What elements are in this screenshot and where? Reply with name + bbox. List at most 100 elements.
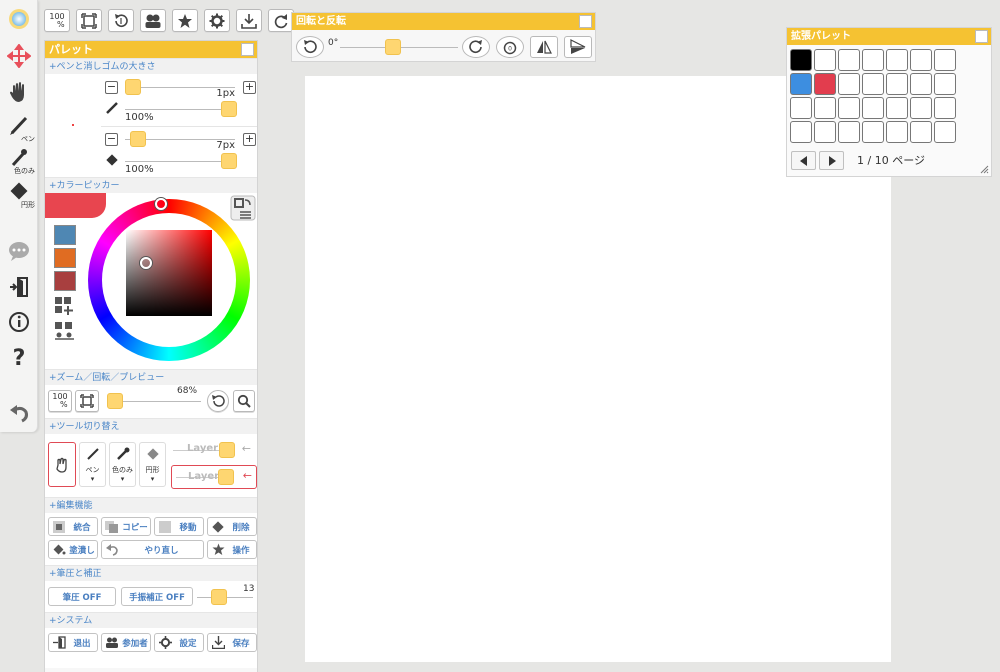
stabilizer-toggle-button[interactable]: 手振補正 OFF [121, 587, 193, 606]
ext-palette-cell[interactable] [886, 49, 908, 71]
tool-eraser-select[interactable]: 円形 ▾ [139, 442, 166, 487]
rotation-panel-header[interactable]: 回転と反転 [292, 13, 595, 30]
rotation-panel-minimize-button[interactable] [579, 15, 592, 28]
help-button[interactable]: ? [0, 344, 38, 370]
section-brush-size[interactable]: +ペンと消しゴムの大きさ [45, 58, 257, 74]
flip-vertical-button[interactable] [564, 36, 592, 58]
ext-palette-cell[interactable] [790, 121, 812, 143]
color-mode-toggle-icon[interactable] [230, 195, 256, 221]
section-edit[interactable]: +編集機能 [45, 497, 257, 513]
merge-button[interactable]: 統合 [48, 517, 98, 536]
ext-palette-cell[interactable] [934, 121, 956, 143]
zoom-reset-rotation-button[interactable] [207, 390, 229, 412]
layer-1-opacity-knob[interactable] [219, 442, 235, 458]
eraser-size-plus-button[interactable]: + [243, 133, 256, 146]
system-exit-button[interactable]: 退出 [48, 633, 98, 652]
operation-button[interactable]: 操作 [207, 540, 257, 559]
ext-palette-cell[interactable] [862, 97, 884, 119]
ext-palette-cell[interactable] [790, 97, 812, 119]
ext-palette-cell[interactable] [790, 49, 812, 71]
rotate-clockwise-button[interactable] [462, 36, 490, 58]
chat-button[interactable] [0, 240, 38, 262]
saturation-value-square[interactable] [126, 230, 212, 316]
rotation-knob[interactable] [385, 39, 401, 55]
layer-1-row[interactable]: Layer1 ← [173, 440, 255, 460]
section-pressure[interactable]: +筆圧と補正 [45, 565, 257, 581]
resize-grip-icon[interactable] [979, 164, 989, 174]
pen-size-minus-button[interactable]: − [105, 81, 118, 94]
eyedropper-tool[interactable]: 色のみ [0, 148, 38, 176]
zoom-fit-panel-button[interactable] [75, 390, 99, 412]
settings-button[interactable] [204, 9, 230, 32]
color-history-swatch-2[interactable] [54, 248, 76, 268]
tool-pen-select[interactable]: ペン ▾ [79, 442, 106, 487]
system-participants-button[interactable]: 参加者 [101, 633, 151, 652]
ext-palette-cell[interactable] [838, 121, 860, 143]
palette-manage-icon[interactable] [54, 321, 76, 341]
fit-screen-button[interactable] [76, 9, 102, 32]
ext-palette-cell[interactable] [910, 49, 932, 71]
ext-palette-cell[interactable] [910, 73, 932, 95]
zoom-knob[interactable] [107, 393, 123, 409]
extended-palette-header[interactable]: 拡張パレット [787, 28, 991, 45]
hue-ring-handle[interactable] [155, 198, 167, 210]
eraser-tool[interactable]: 円形 [0, 182, 38, 210]
tool-eyedropper-select[interactable]: 色のみ ▾ [109, 442, 136, 487]
stabilizer-knob[interactable] [211, 589, 227, 605]
section-color-picker[interactable]: +カラーピッカー [45, 177, 257, 193]
palette-minimize-button[interactable] [241, 43, 254, 56]
redo-edit-button[interactable]: やり直し [101, 540, 204, 559]
layer-2-opacity-knob[interactable] [218, 469, 234, 485]
eraser-size-minus-button[interactable]: − [105, 133, 118, 146]
ext-palette-cell[interactable] [910, 121, 932, 143]
pen-opacity-slider[interactable] [125, 109, 235, 110]
ext-palette-cell[interactable] [862, 73, 884, 95]
color-wheel-tool[interactable] [0, 8, 38, 30]
section-tool-switch[interactable]: +ツール切り替え [45, 418, 257, 434]
extended-palette-minimize-button[interactable] [975, 30, 988, 43]
fill-button[interactable]: 塗潰し [48, 540, 98, 559]
ext-palette-cell[interactable] [862, 121, 884, 143]
section-zoom[interactable]: +ズーム／回転／プレビュー [45, 369, 257, 385]
copy-button[interactable]: コピー [101, 517, 151, 536]
saturation-value-handle[interactable] [140, 257, 152, 269]
move-tool[interactable] [0, 44, 38, 68]
pressure-toggle-button[interactable]: 筆圧 OFF [48, 587, 116, 606]
layer-2-row[interactable]: Layer2 ← [171, 465, 257, 489]
ext-palette-cell[interactable] [862, 49, 884, 71]
download-button[interactable] [236, 9, 262, 32]
eraser-size-knob[interactable] [130, 131, 146, 147]
rotate-reset-zero-button[interactable]: 0 [496, 36, 524, 58]
move-button[interactable]: 移動 [154, 517, 204, 536]
section-system[interactable]: +システム [45, 612, 257, 628]
delete-button[interactable]: 削除 [207, 517, 257, 536]
flip-horizontal-button[interactable] [530, 36, 558, 58]
reset-rotation-button[interactable] [108, 9, 134, 32]
info-button[interactable] [0, 310, 38, 334]
ext-palette-cell[interactable] [838, 97, 860, 119]
color-history-swatch-1[interactable] [54, 225, 76, 245]
prev-page-button[interactable] [791, 151, 816, 170]
ext-palette-cell[interactable] [934, 49, 956, 71]
ext-palette-cell[interactable] [790, 73, 812, 95]
hand-tool-select[interactable] [48, 442, 76, 487]
ext-palette-cell[interactable] [934, 97, 956, 119]
ext-palette-cell[interactable] [838, 73, 860, 95]
exit-button[interactable] [0, 276, 38, 298]
eraser-opacity-slider[interactable] [125, 161, 235, 162]
ext-palette-cell[interactable] [934, 73, 956, 95]
palette-header[interactable]: パレット [45, 41, 257, 58]
zoom-100-panel-button[interactable]: 100% [48, 390, 72, 412]
add-color-icon[interactable] [54, 296, 76, 316]
ext-palette-cell[interactable] [886, 121, 908, 143]
ext-palette-cell[interactable] [814, 121, 836, 143]
pen-size-knob[interactable] [125, 79, 141, 95]
ext-palette-cell[interactable] [814, 49, 836, 71]
pen-opacity-knob[interactable] [221, 101, 237, 117]
color-history-swatch-3[interactable] [54, 271, 76, 291]
ext-palette-cell[interactable] [886, 73, 908, 95]
ext-palette-cell[interactable] [814, 73, 836, 95]
system-settings-button[interactable]: 設定 [154, 633, 204, 652]
ext-palette-cell[interactable] [814, 97, 836, 119]
system-save-button[interactable]: 保存 [207, 633, 257, 652]
